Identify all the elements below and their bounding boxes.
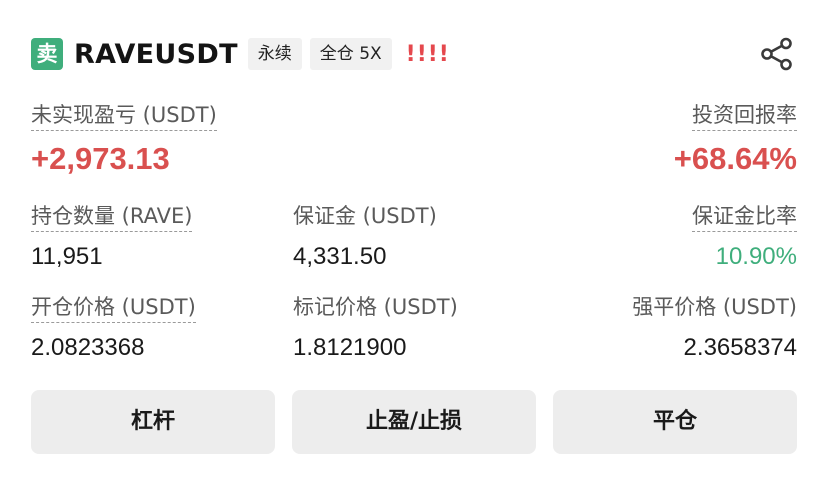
margin-value: 4,331.50 xyxy=(293,243,387,270)
entry-price-value: 2.0823368 xyxy=(31,334,145,361)
position-size-label[interactable]: 持仓数量 (RAVE) xyxy=(31,202,193,232)
position-size-value: 11,951 xyxy=(31,243,103,270)
position-header: 卖 RAVEUSDT 永续 全仓 5X !!!! xyxy=(31,34,797,74)
risk-warning[interactable]: !!!! xyxy=(406,42,450,67)
side-badge: 卖 xyxy=(31,38,63,70)
margin-mode-tag[interactable]: 全仓 5X xyxy=(309,38,392,70)
margin-label: 保证金 (USDT) xyxy=(293,204,437,228)
tp-sl-button[interactable]: 止盈/止损 xyxy=(292,390,536,454)
roi-value: +68.64% xyxy=(673,141,797,176)
leverage-button[interactable]: 杠杆 xyxy=(31,390,275,454)
unrealized-pnl-value: +2,973.13 xyxy=(31,141,170,176)
liquidation-price-label: 强平价格 (USDT) xyxy=(632,295,797,319)
position-card: 卖 RAVEUSDT 永续 全仓 5X !!!! 未实现盈亏 (USDT) +2… xyxy=(31,0,797,480)
roi-label[interactable]: 投资回报率 xyxy=(692,101,797,131)
contract-type-tag: 永续 xyxy=(247,38,302,70)
liquidation-price-value: 2.3658374 xyxy=(683,334,797,361)
symbol-name[interactable]: RAVEUSDT xyxy=(74,39,238,70)
unrealized-pnl-label[interactable]: 未实现盈亏 (USDT) xyxy=(31,101,217,131)
entry-price-label[interactable]: 开仓价格 (USDT) xyxy=(31,293,196,323)
close-position-button[interactable]: 平仓 xyxy=(553,390,797,454)
share-icon[interactable] xyxy=(759,36,795,72)
mark-price-value: 1.8121900 xyxy=(293,334,407,361)
margin-ratio-label[interactable]: 保证金比率 xyxy=(692,202,797,232)
margin-ratio-value: 10.90% xyxy=(715,243,797,270)
mark-price-label: 标记价格 (USDT) xyxy=(293,295,458,319)
